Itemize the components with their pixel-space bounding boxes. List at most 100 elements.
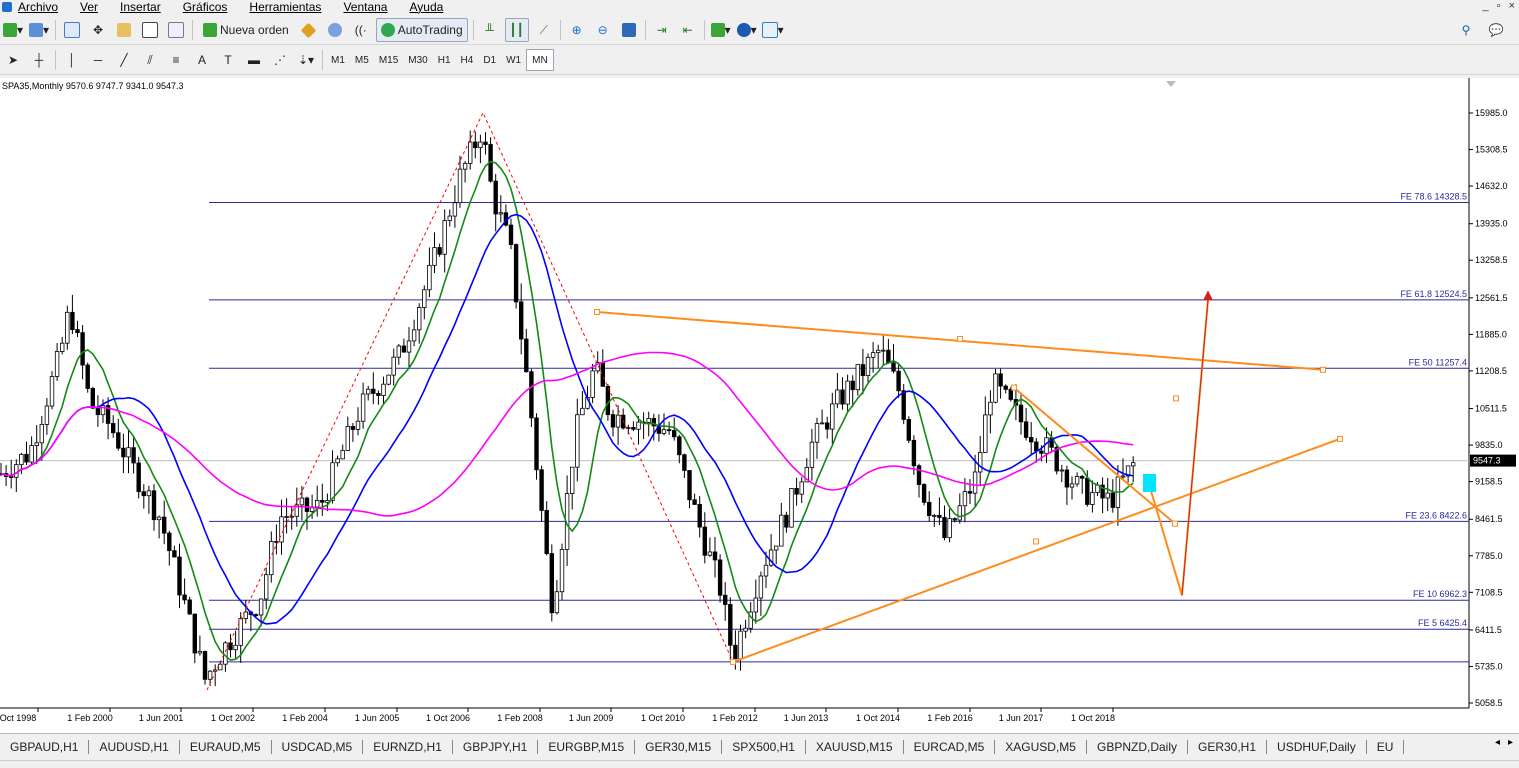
timeframe-m30[interactable]: M30 <box>403 50 432 70</box>
menu-insertar[interactable]: Insertar <box>120 0 161 14</box>
chart-tab[interactable]: GBPJPY,H1 <box>453 739 539 754</box>
rectangle-icon[interactable]: ▬ <box>243 49 265 71</box>
fibonacci-icon[interactable]: ≡ <box>165 49 187 71</box>
chart-tab[interactable]: GER30,H1 <box>1188 739 1268 754</box>
chart-tab[interactable]: USDCAD,M5 <box>272 739 364 754</box>
menu-herramientas[interactable]: Herramientas <box>249 0 321 14</box>
new-order-button[interactable]: Nueva orden <box>198 18 294 42</box>
candle-body <box>794 488 799 495</box>
chart-tab[interactable]: AUDUSD,H1 <box>89 739 180 754</box>
horizontal-line-icon[interactable]: ─ <box>87 49 109 71</box>
candle-body <box>396 345 401 358</box>
menu-graficos[interactable]: Gráficos <box>183 0 228 14</box>
timeframe-mn[interactable]: MN <box>526 49 554 71</box>
candle-body <box>1003 385 1008 390</box>
tab-prev-icon[interactable]: ◂ <box>1495 737 1500 748</box>
chart-tab[interactable]: USDHUF,Daily <box>1267 739 1367 754</box>
candle-body <box>141 491 146 497</box>
timeframe-m1[interactable]: M1 <box>326 50 350 70</box>
equidistant-channel-icon[interactable]: ⫽ <box>139 49 161 71</box>
chart-tab[interactable]: GBPNZD,Daily <box>1087 739 1188 754</box>
search-icon[interactable]: ⚲ <box>1455 19 1477 41</box>
chart-tab[interactable]: XAGUSD,M5 <box>995 739 1087 754</box>
timeframe-w1[interactable]: W1 <box>501 50 526 70</box>
community-icon[interactable] <box>324 19 346 41</box>
chart-tab[interactable]: GBPAUD,H1 <box>0 739 90 754</box>
candle-body <box>947 518 952 539</box>
candle-body <box>916 465 922 485</box>
candle-body <box>136 462 141 493</box>
price-label: 15985.0 <box>1475 108 1508 118</box>
candle-body <box>243 611 248 619</box>
chart-shift-icon[interactable]: ⇤ <box>677 19 699 41</box>
chart-tab[interactable]: SPX500,H1 <box>722 739 806 754</box>
fibo-level-label: FE 10 6962.3 <box>1413 589 1467 599</box>
chart-tab[interactable]: EURNZD,H1 <box>363 739 453 754</box>
candle-body <box>218 663 223 671</box>
strategy-tester-icon[interactable] <box>165 19 187 41</box>
cursor-icon[interactable]: ➤ <box>2 49 24 71</box>
market-watch-icon[interactable] <box>61 19 83 41</box>
timeframe-d1[interactable]: D1 <box>478 50 501 70</box>
tile-windows-icon[interactable] <box>618 19 640 41</box>
candle-body <box>340 450 345 460</box>
arrows-icon[interactable]: ⇣▾ <box>295 49 317 71</box>
vertical-line-icon[interactable]: │ <box>61 49 83 71</box>
close-button[interactable]: × <box>1509 0 1515 12</box>
auto-scroll-icon[interactable]: ⇥ <box>651 19 673 41</box>
chart-tab[interactable]: EU <box>1367 739 1405 754</box>
candle-body <box>519 301 524 340</box>
bar-chart-icon[interactable]: ╨ <box>479 19 501 41</box>
date-label: 1 Feb 2004 <box>282 713 328 723</box>
text-tool[interactable]: A <box>191 49 213 71</box>
price-chart[interactable]: 15985.0 15308.5 14632.0 13935.0 13258.5 12561… <box>0 78 1519 733</box>
menu-ventana[interactable]: Ventana <box>343 0 387 14</box>
signals-icon[interactable]: ((· <box>350 19 372 41</box>
candlestick-icon[interactable]: ┃┃ <box>504 18 529 42</box>
text-label-icon[interactable]: T <box>217 49 239 71</box>
chart-tab[interactable]: EURCAD,M5 <box>904 739 996 754</box>
new-chart-icon[interactable]: ▾ <box>2 19 24 41</box>
candle-body <box>513 244 519 303</box>
navigator-icon[interactable] <box>113 19 135 41</box>
trendline-icon[interactable]: ╱ <box>113 49 135 71</box>
timeframe-h4[interactable]: H4 <box>456 50 479 70</box>
periods-icon[interactable]: ▾ <box>736 19 758 41</box>
chart-tab[interactable]: XAUUSD,M15 <box>806 739 904 754</box>
candle-body <box>172 550 177 558</box>
candle-body <box>447 215 452 221</box>
minimize-button[interactable]: _ <box>1483 0 1489 12</box>
menu-ayuda[interactable]: Ayuda <box>409 0 443 14</box>
timeframe-h1[interactable]: H1 <box>433 50 456 70</box>
crosshair-icon[interactable]: ┼ <box>28 49 50 71</box>
zoom-in-icon[interactable]: ⊕ <box>566 19 588 41</box>
menu-archivo[interactable]: Archivo <box>18 0 58 14</box>
terminal-icon[interactable] <box>139 19 161 41</box>
indicators-icon[interactable]: ▾ <box>710 19 732 41</box>
autotrading-label: AutoTrading <box>397 23 463 37</box>
autotrading-button[interactable]: AutoTrading <box>375 18 468 42</box>
candle-body <box>865 356 871 376</box>
timeframe-m15[interactable]: M15 <box>374 50 403 70</box>
chart-window[interactable]: 15985.0 15308.5 14632.0 13935.0 13258.5 12561… <box>0 78 1519 733</box>
chart-tab[interactable]: GER30,M15 <box>635 739 723 754</box>
chart-tabs: GBPAUD,H1 AUDUSD,H1 EURAUD,M5 USDCAD,M5 EURN… <box>0 733 1519 759</box>
templates-icon[interactable]: ▾ <box>761 19 784 41</box>
candle-body <box>580 407 585 416</box>
tab-next-icon[interactable]: ▸ <box>1508 737 1513 748</box>
metaeditor-icon[interactable] <box>298 19 320 41</box>
candle-body <box>636 421 641 430</box>
line-chart-icon[interactable]: ⟋ <box>533 19 555 41</box>
fibo-level-label: FE 5 6425.4 <box>1418 618 1467 628</box>
zoom-out-icon[interactable]: ⊖ <box>592 19 614 41</box>
restore-button[interactable]: ▫ <box>1497 0 1501 12</box>
timeframe-m5[interactable]: M5 <box>350 50 374 70</box>
chat-icon[interactable]: 💬 <box>1485 19 1507 41</box>
separator <box>559 20 561 40</box>
menu-ver[interactable]: Ver <box>80 0 98 14</box>
chart-tab[interactable]: EURGBP,M15 <box>538 739 636 754</box>
data-window-icon[interactable]: ✥ <box>87 19 109 41</box>
chart-tab[interactable]: EURAUD,M5 <box>180 739 272 754</box>
fibo-channel-icon[interactable]: ⋰ <box>269 49 291 71</box>
profiles-icon[interactable]: ▾ <box>28 19 50 41</box>
